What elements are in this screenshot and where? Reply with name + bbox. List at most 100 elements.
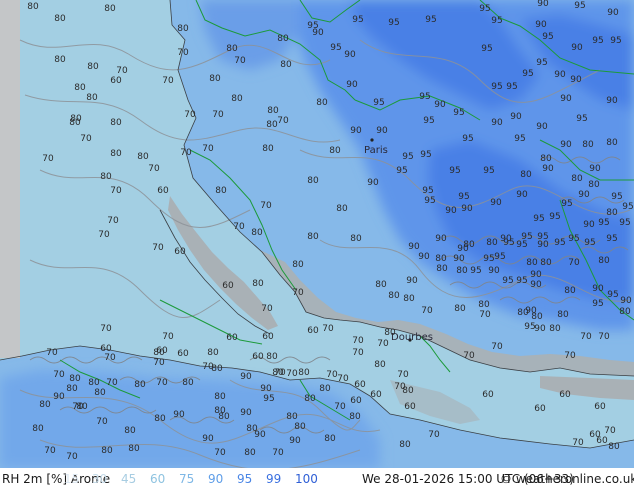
contour-label: 80 (124, 426, 136, 436)
contour-label: 70 (96, 417, 108, 427)
contour-label: 90 (536, 122, 548, 132)
contour-label: 80 (571, 174, 583, 184)
contour-label: 90 (534, 324, 546, 334)
contour-label: 70 (46, 348, 58, 358)
contour-label: 60 (482, 390, 494, 400)
contour-label: 95 (419, 92, 430, 102)
contour-label: 90 (589, 164, 601, 174)
contour-label: 80 (349, 412, 361, 422)
contour-label: 95 (483, 166, 494, 176)
legend-value-75: 75 (179, 472, 195, 486)
contour-label: 90 (240, 408, 252, 418)
contour-label: 70 (42, 154, 54, 164)
copyright-link[interactable]: © weatheronline.co.uk (500, 473, 634, 486)
contour-label: 80 (294, 422, 306, 432)
map-footer: RH 2m [%] Arome 15 30 45 60 75 90 95 99 … (0, 468, 634, 490)
contour-label: 70 (212, 110, 224, 120)
contour-label: 90 (542, 164, 554, 174)
contour-label: 90 (344, 50, 356, 60)
contour-label: 80 (226, 44, 238, 54)
contour-label: 90 (445, 206, 457, 216)
contour-label: 80 (32, 424, 44, 434)
contour-label: 80 (329, 146, 341, 156)
contour-label: 60 (110, 76, 122, 86)
contour-label: 80 (307, 176, 319, 186)
contour-label: 95 (396, 166, 407, 176)
contour-label: 95 (592, 36, 603, 46)
contour-label: 80 (564, 286, 576, 296)
contour-label: 70 (568, 258, 580, 268)
contour-label: 95 (373, 98, 384, 108)
contour-label: 90 (254, 430, 266, 440)
contour-label: 70 (337, 374, 349, 384)
contour-label: 95 (598, 218, 609, 228)
contour-label: 95 (622, 202, 633, 212)
contour-label: 95 (606, 234, 617, 244)
weather-map: Paris Dourbes 80 80 80 80 70 80 70 80 95 90 80 95 90… (0, 0, 634, 468)
contour-label: 70 (272, 448, 284, 458)
contour-label: 70 (463, 351, 475, 361)
contour-label: 95 (330, 43, 341, 53)
contour-label: 90 (510, 112, 522, 122)
contour-label: 70 (202, 144, 214, 154)
contour-label: 80 (520, 170, 532, 180)
contour-label: 70 (260, 201, 272, 211)
contour-label: 80 (598, 256, 610, 266)
contour-label: 90 (571, 43, 583, 53)
contour-label: 90 (606, 96, 618, 106)
contour-label: 80 (177, 24, 189, 34)
legend-value-90: 90 (208, 472, 224, 486)
contour-label: 60 (594, 402, 606, 412)
contour-label: 95 (483, 254, 494, 264)
contour-label: 95 (619, 218, 630, 228)
contour-label: 90 (537, 0, 549, 9)
contour-label: 90 (453, 254, 465, 264)
contour-label: 90 (620, 296, 632, 306)
contour-label: 80 (267, 106, 279, 116)
contour-label: 80 (531, 312, 543, 322)
contour-label: 95 (516, 240, 527, 250)
contour-label: 80 (262, 144, 274, 154)
contour-label: 95 (542, 32, 553, 42)
contour-label: 90 (583, 220, 595, 230)
contour-label: 95 (470, 266, 481, 276)
contour-label: 80 (182, 378, 194, 388)
contour-label: 95 (506, 82, 517, 92)
contour-label: 70 (491, 342, 503, 352)
contour-label: 95 (503, 238, 514, 248)
contour-label: 70 (377, 339, 389, 349)
contour-label: 70 (274, 368, 286, 378)
contour-label: 95 (263, 394, 274, 404)
contour-label: 95 (352, 15, 363, 25)
contour-label: 80 (54, 55, 66, 65)
contour-label: 70 (580, 332, 592, 342)
contour-label: 90 (240, 372, 252, 382)
contour-label: 95 (494, 252, 505, 262)
contour-label: 70 (184, 110, 196, 120)
contour-label: 70 (334, 402, 346, 412)
contour-label: 80 (218, 412, 230, 422)
contour-label: 70 (107, 216, 119, 226)
contour-label: 80 (69, 118, 81, 128)
contour-label: 70 (98, 230, 110, 240)
contour-label: 90 (607, 8, 619, 18)
contour-label: 90 (516, 190, 528, 200)
contour-label: 80 (252, 279, 264, 289)
legend-value-95: 95 (237, 472, 253, 486)
contour-label: 80 (540, 154, 552, 164)
contour-label: 80 (582, 140, 594, 150)
city-paris-marker (370, 138, 374, 142)
contour-label: 90 (350, 126, 362, 136)
contour-label: 70 (152, 243, 164, 253)
contour-label: 60 (157, 186, 169, 196)
contour-label: 90 (554, 70, 566, 80)
contour-label: 70 (162, 332, 174, 342)
contour-label: 60 (226, 333, 238, 343)
legend-value-99: 99 (266, 472, 282, 486)
contour-label: 80 (319, 384, 331, 394)
contour-label: 80 (557, 310, 569, 320)
contour-label: 90 (406, 276, 418, 286)
contour-label: 80 (336, 204, 348, 214)
contour-label: 70 (180, 148, 192, 158)
contour-label: 70 (322, 324, 334, 334)
